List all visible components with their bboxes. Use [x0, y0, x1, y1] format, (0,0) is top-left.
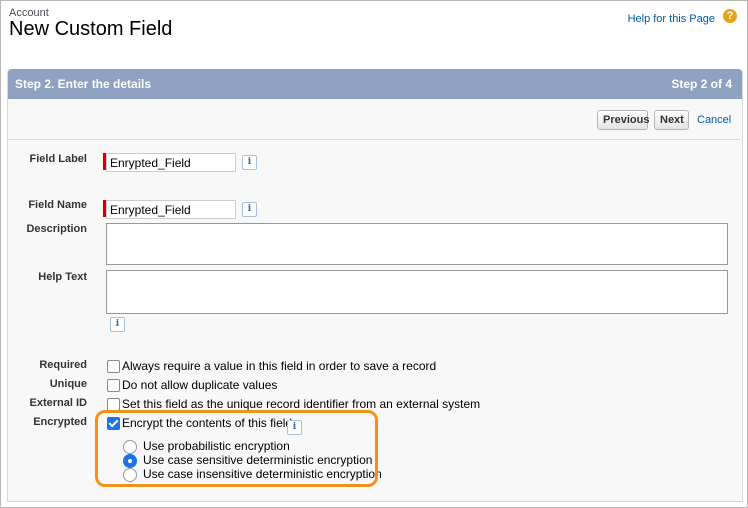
- help-text-textarea[interactable]: [106, 270, 728, 314]
- field-label-label: Field Label: [29, 153, 87, 165]
- external-id-label: External ID: [29, 397, 87, 409]
- description-textarea[interactable]: [106, 223, 728, 265]
- required-label: Required: [39, 359, 87, 371]
- help-for-this-page-link[interactable]: Help for this Page: [628, 13, 715, 25]
- previous-button[interactable]: Previous: [597, 110, 649, 130]
- info-icon[interactable]: i: [110, 317, 125, 332]
- step-title: Step 2. Enter the details: [15, 77, 152, 91]
- unique-label: Unique: [49, 378, 87, 390]
- step-header: Step 2. Enter the details Step 2 of 4: [8, 69, 742, 99]
- next-button[interactable]: Next: [654, 110, 689, 130]
- unique-checkbox[interactable]: [107, 379, 120, 392]
- cancel-link[interactable]: Cancel: [697, 114, 731, 126]
- info-icon[interactable]: i: [242, 202, 257, 217]
- help-text-label: Help Text: [38, 271, 87, 283]
- field-name-label: Field Name: [28, 199, 87, 211]
- encrypted-label: Encrypted: [33, 416, 87, 428]
- description-label: Description: [26, 223, 87, 235]
- question-circle-icon[interactable]: ?: [723, 9, 737, 23]
- field-name-input[interactable]: [106, 200, 236, 219]
- divider: [8, 139, 740, 140]
- page-title: New Custom Field: [9, 18, 173, 40]
- field-label-input[interactable]: [106, 153, 236, 172]
- encryption-highlight-box: [95, 410, 378, 487]
- external-id-checkbox-text: Set this field as the unique record iden…: [122, 397, 481, 411]
- step-count: Step 2 of 4: [671, 77, 732, 91]
- unique-checkbox-text: Do not allow duplicate values: [122, 378, 278, 392]
- info-icon[interactable]: i: [242, 155, 257, 170]
- required-checkbox-text: Always require a value in this field in …: [122, 359, 437, 373]
- required-checkbox[interactable]: [107, 360, 120, 373]
